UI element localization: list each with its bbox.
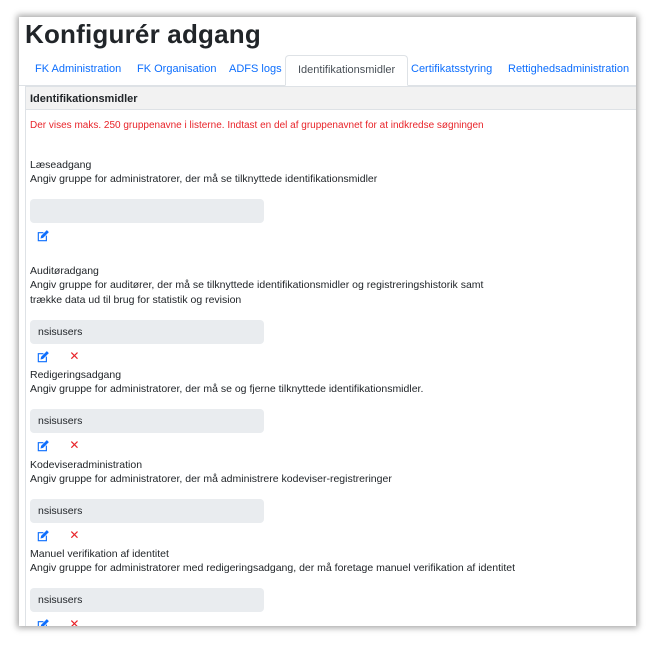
group-field[interactable] [30,199,264,223]
group-field[interactable]: nsisusers [30,499,264,523]
section-description: Angiv gruppe for administratorer, der må… [30,173,378,185]
section-description-continued: trække data ud til brug for statistik og… [30,294,242,306]
group-field[interactable]: nsisusers [30,320,264,344]
page-title: Konfigurér adgang [25,19,261,49]
field-actions [36,229,63,243]
section-description: Angiv gruppe for administratorer, der må… [30,473,392,485]
edit-icon[interactable] [36,618,50,626]
tab-rettighedsadministration[interactable]: Rettighedsadministration [496,55,636,84]
section-title: Redigeringsadgang [30,369,122,381]
tab-fk-administration[interactable]: FK Administration [23,55,133,84]
edit-icon[interactable] [36,439,50,453]
field-actions: ✕ [36,618,94,626]
edit-icon[interactable] [36,529,50,543]
group-field[interactable]: nsisusers [30,588,264,612]
section-manuel-verifikation: Manuel verifikation af identitet Angiv g… [30,547,630,626]
field-actions: ✕ [36,529,94,543]
section-title: Manuel verifikation af identitet [30,548,169,560]
close-icon[interactable]: ✕ [67,618,81,627]
tab-bar: FK Administration FK Organisation ADFS l… [19,55,636,86]
tab-certifikatsstyring[interactable]: Certifikatsstyring [399,55,504,84]
section-description: Angiv gruppe for auditører, der må se ti… [30,279,484,291]
section-description: Angiv gruppe for administratorer, der må… [30,383,424,395]
field-actions: ✕ [36,439,94,453]
section-laeseadgang: Læseadgang Angiv gruppe for administrato… [30,158,630,242]
section-title: Auditøradgang [30,265,99,277]
close-icon[interactable]: ✕ [67,350,81,364]
section-description: Angiv gruppe for administratorer med red… [30,562,516,574]
section-title: Kodeviseradministration [30,459,143,471]
card-body: Der vises maks. 250 gruppenavne i lister… [25,110,636,626]
edit-icon[interactable] [36,229,50,243]
tab-identifikationsmidler[interactable]: Identifikationsmidler [285,55,409,86]
close-icon[interactable]: ✕ [67,529,81,543]
field-actions: ✕ [36,350,94,364]
edit-icon[interactable] [36,350,50,364]
section-title: Læseadgang [30,159,92,171]
limit-notice: Der vises maks. 250 gruppenavne i lister… [30,120,484,131]
section-auditoradgang: Auditøradgang Angiv gruppe for auditører… [30,264,630,363]
section-redigeringsadgang: Redigeringsadgang Angiv gruppe for admin… [30,368,630,452]
group-field[interactable]: nsisusers [30,409,264,433]
section-kodeviseradministration: Kodeviseradministration Angiv gruppe for… [30,458,630,542]
card-header: Identifikationsmidler [25,86,636,110]
close-icon[interactable]: ✕ [67,439,81,453]
tab-adfs-logs[interactable]: ADFS logs [217,55,294,84]
tab-fk-organisation[interactable]: FK Organisation [125,55,228,84]
app-window: Konfigurér adgang FK Administration FK O… [19,17,636,626]
